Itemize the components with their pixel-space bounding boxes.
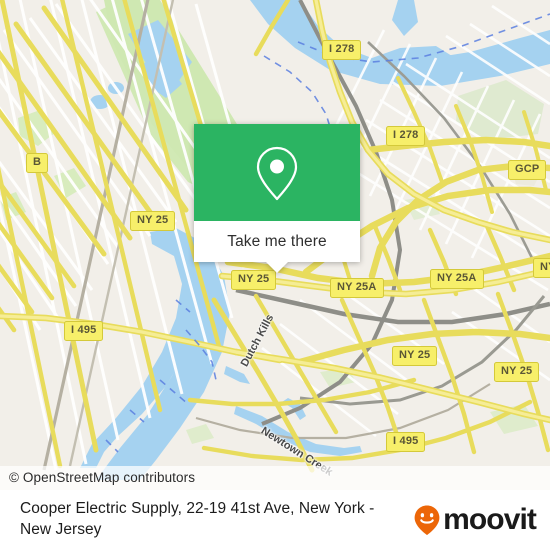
map-shield[interactable]: I 278 <box>322 40 362 60</box>
moovit-logo[interactable]: moovit <box>412 503 537 537</box>
map-shield[interactable]: I 495 <box>386 432 426 452</box>
map-canvas[interactable]: I 278 I 278 GCP B NY 25 NY 25 NY 25A NY … <box>0 0 550 490</box>
moovit-map-screenshot: I 278 I 278 GCP B NY 25 NY 25 NY 25A NY … <box>0 0 550 550</box>
map-shield[interactable]: NY 25 <box>494 362 540 382</box>
take-me-there-label: Take me there <box>227 232 327 250</box>
popup-tail-pointer <box>266 262 288 273</box>
map-shield[interactable]: GCP <box>508 160 547 180</box>
moovit-wordmark: moovit <box>443 503 537 536</box>
map-shield[interactable]: I 495 <box>64 321 104 341</box>
location-pin-icon <box>256 146 298 200</box>
map-shield[interactable]: NY 25 <box>392 346 438 366</box>
map-shield[interactable]: I 278 <box>386 126 426 146</box>
popup-icon-area <box>194 124 360 221</box>
map-shield[interactable]: NY 25A <box>330 278 384 298</box>
moovit-smiley-pin-icon <box>414 505 440 535</box>
map-shield[interactable]: NY 25 <box>231 270 277 290</box>
location-title: Cooper Electric Supply, 22-19 41st Ave, … <box>20 500 375 538</box>
footer-bar: Cooper Electric Supply, 22-19 41st Ave, … <box>0 490 550 550</box>
map-shield[interactable]: NY 25A <box>430 269 484 289</box>
osm-attribution[interactable]: © OpenStreetMap contributors <box>0 466 550 490</box>
map-shield[interactable]: NY <box>533 258 550 278</box>
take-me-there-popup[interactable]: Take me there <box>194 124 360 273</box>
map-shield[interactable]: NY 25 <box>130 211 176 231</box>
popup-button-area[interactable]: Take me there <box>194 221 360 262</box>
map-shield[interactable]: B <box>26 153 49 173</box>
